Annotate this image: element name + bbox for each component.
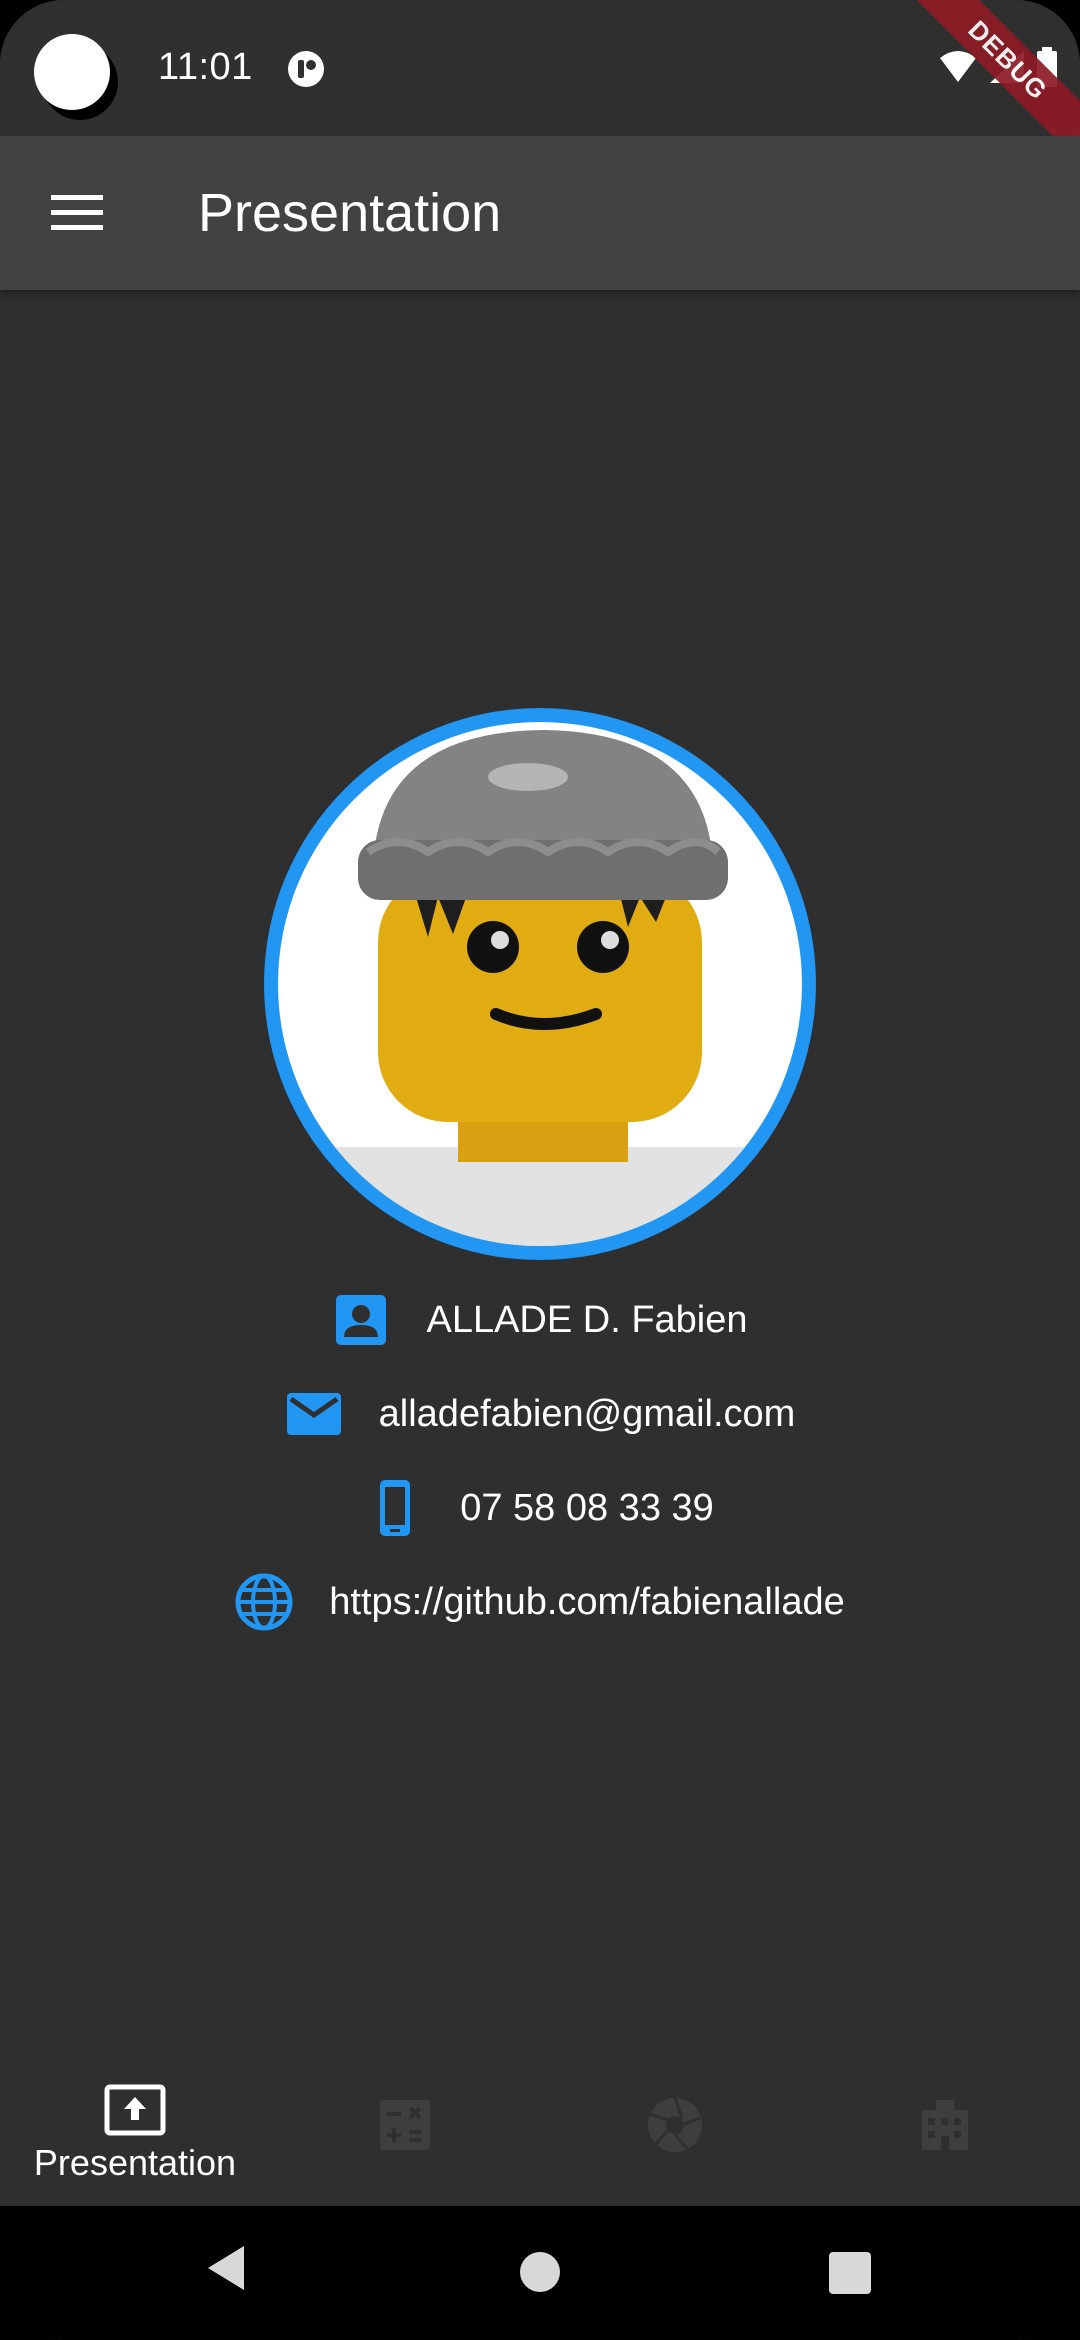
building-icon <box>922 2100 968 2150</box>
camera-aperture-icon <box>648 2097 702 2152</box>
nav-item-camera[interactable] <box>540 2062 810 2206</box>
menu-button[interactable] <box>34 182 120 244</box>
contact-card-icon <box>336 1295 387 1345</box>
hamburger-menu-icon <box>51 195 103 230</box>
contact-name-row: ALLADE D. Fabien <box>0 1283 1080 1357</box>
camera-cutout <box>34 34 110 110</box>
recents-icon[interactable] <box>829 2252 871 2294</box>
globe-icon <box>235 1573 293 1631</box>
nav-item-building[interactable] <box>810 2062 1080 2206</box>
contact-email-text[interactable]: alladefabien@gmail.com <box>379 1393 796 1436</box>
nav-item-label: Presentation <box>33 2142 237 2183</box>
presentation-upload-icon <box>104 2084 166 2136</box>
phone-screen: 11:01 DEBUG Presentation ALLADE D. Fabie… <box>0 0 1080 2340</box>
nav-item-calculator[interactable] <box>270 2062 540 2206</box>
email-icon <box>286 1393 341 1435</box>
status-bar: 11:01 DEBUG <box>0 0 1080 182</box>
contact-website-text[interactable]: https://github.com/fabienallade <box>329 1581 844 1624</box>
home-icon[interactable] <box>520 2252 560 2292</box>
status-time: 11:01 <box>158 46 253 88</box>
app-notification-icon <box>288 51 324 87</box>
nav-item-presentation[interactable]: Presentation <box>0 2062 270 2206</box>
contact-website-row: https://github.com/fabienallade <box>0 1565 1080 1639</box>
contact-name-text: ALLADE D. Fabien <box>426 1298 748 1341</box>
phone-icon <box>380 1480 411 1536</box>
back-icon[interactable] <box>204 2244 248 2292</box>
lego-minifigure-image <box>318 730 762 1246</box>
system-navigation-bar <box>0 2206 1080 2340</box>
app-bar: Presentation <box>0 136 1080 290</box>
contact-phone-text[interactable]: 07 58 08 33 39 <box>460 1487 714 1530</box>
contact-email-row: alladefabien@gmail.com <box>0 1377 1080 1451</box>
page-title: Presentation <box>198 183 502 243</box>
lego-minifigure-avatar <box>278 722 802 1246</box>
calculator-icon <box>380 2100 430 2150</box>
bottom-navigation: Presentation <box>0 2062 1080 2206</box>
avatar <box>264 708 816 1260</box>
contact-phone-row: 07 58 08 33 39 <box>0 1471 1080 1545</box>
